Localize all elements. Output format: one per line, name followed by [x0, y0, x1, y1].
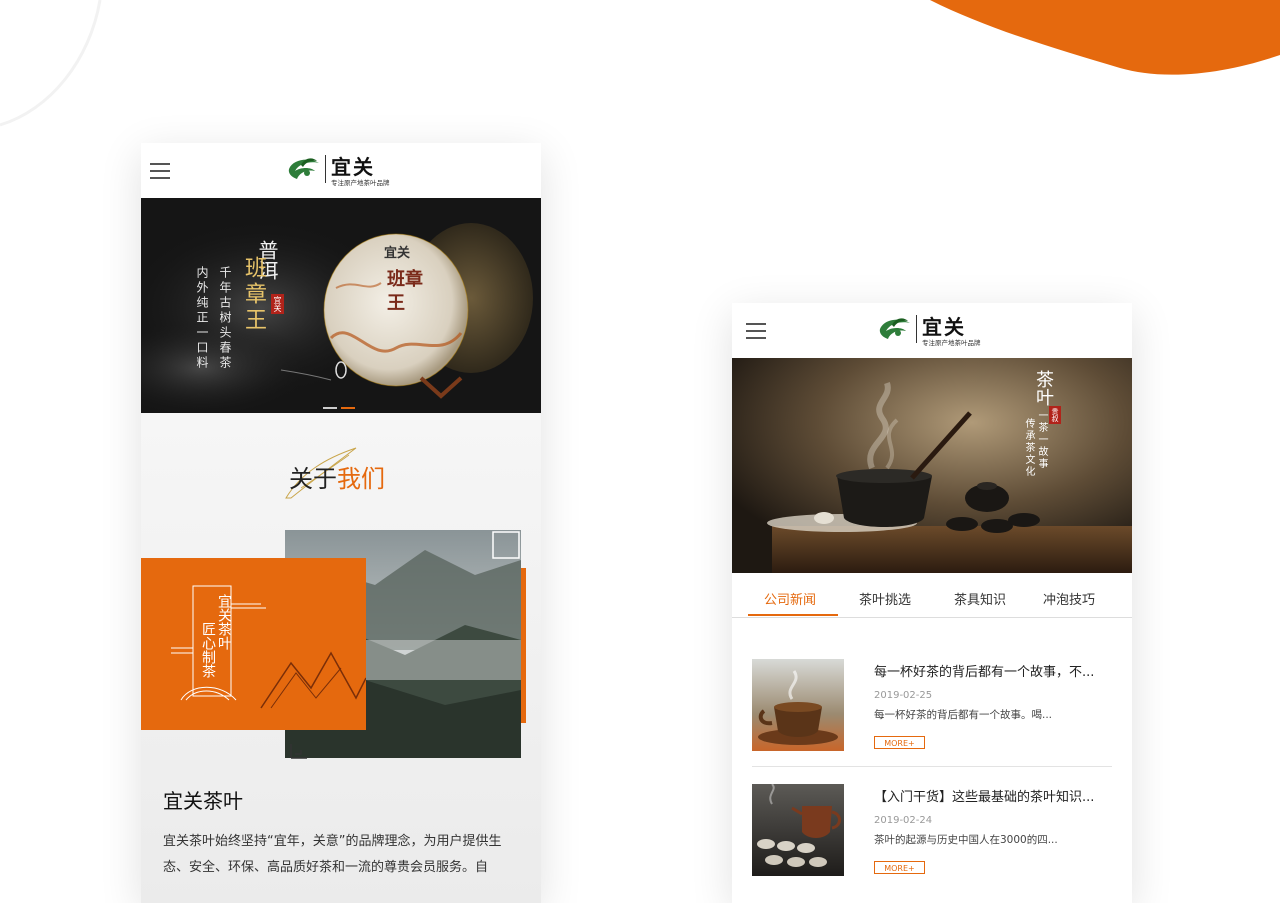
about-title-prefix: 关于: [289, 465, 337, 493]
logo-divider: [916, 315, 917, 343]
news-date: 2019-02-24: [874, 815, 933, 826]
more-button[interactable]: MORE+: [874, 861, 925, 874]
news-excerpt: 每一杯好茶的背后都有一个故事。喝...: [874, 709, 1053, 721]
tab-tea-selection[interactable]: 茶叶挑选: [859, 589, 911, 608]
banner-line-a: 一茶一故事: [1036, 410, 1047, 470]
logo-mark-icon: [879, 318, 910, 339]
more-button[interactable]: MORE+: [874, 736, 925, 749]
banner-background-art: [732, 358, 1132, 573]
cake-brand: 宜关: [384, 246, 411, 261]
header: 宜关 专注原产地茶叶品牌: [141, 143, 541, 198]
banner-seal: 贵叔: [1049, 406, 1061, 424]
orange-accent-strip: [521, 568, 526, 723]
company-description: 宜关茶叶始终坚持“宜年，关意”的品牌理念，为用户提供生态、安全、环保、高品质好茶…: [163, 834, 502, 875]
news-thumbnail[interactable]: [752, 659, 844, 751]
header: 宜关 专注原产地茶叶品牌: [732, 303, 1132, 358]
tab-company-news[interactable]: 公司新闻: [764, 589, 816, 608]
banner-line-b: 内外纯正一口料: [195, 266, 209, 371]
banner-title: 茶叶: [1033, 370, 1054, 406]
logo[interactable]: 宜关 专注原产地茶叶品牌: [878, 313, 998, 347]
about-section: 关于我们 宜关茶叶 匠心制茶 宜关茶叶 宜关茶叶始终坚持“宜年，关意”的品牌理念…: [141, 413, 541, 903]
hero-banner[interactable]: 茶叶 贵叔 一茶一故事 传承茶文化: [732, 358, 1132, 573]
orange-card-text-2: 匠心制茶: [200, 622, 216, 678]
carousel-dot-2[interactable]: [341, 407, 355, 409]
logo-tagline: 专注原产地茶叶品牌: [922, 339, 981, 347]
news-item[interactable]: 每一杯好茶的背后都有一个故事，不... 2019-02-25 每一杯好茶的背后都…: [752, 659, 1112, 769]
logo-name: 宜关: [331, 155, 375, 179]
news-title[interactable]: 【入门干货】这些最基础的茶叶知识...: [874, 786, 1114, 805]
news-thumbnail[interactable]: [752, 784, 844, 876]
company-name: 宜关茶叶: [163, 789, 243, 813]
logo-divider: [325, 155, 326, 183]
news-divider: [752, 766, 1112, 767]
banner-seal: 宜关: [271, 294, 284, 314]
cake-name: 班章王: [387, 269, 423, 314]
hero-banner[interactable]: 普洱 班章王 宜关 千年古树头春茶 内外纯正一口料 宜关 班章王: [141, 198, 541, 413]
news-item[interactable]: 【入门干货】这些最基础的茶叶知识... 2019-02-24 茶叶的起源与历史中…: [752, 784, 1112, 894]
banner-title-main: 班章王: [241, 256, 266, 334]
logo-name: 宜关: [922, 315, 966, 339]
banner-line-a: 千年古树头春茶: [218, 266, 232, 371]
carousel-dot-1[interactable]: [323, 407, 337, 409]
logo[interactable]: 宜关 专注原产地茶叶品牌: [287, 153, 407, 187]
news-date: 2019-02-25: [874, 690, 933, 701]
active-tab-indicator: [748, 614, 838, 616]
carousel-dots: [323, 394, 359, 413]
mobile-home-mockup: 宜关 专注原产地茶叶品牌 普洱 班章王 宜关 千年古树头春茶 内外纯正一口料 宜…: [141, 143, 541, 903]
news-title[interactable]: 每一杯好茶的背后都有一个故事，不...: [874, 661, 1114, 680]
tab-teaware-knowledge[interactable]: 茶具知识: [954, 589, 1006, 608]
menu-icon[interactable]: [150, 163, 170, 179]
banner-line-b: 传承茶文化: [1023, 418, 1034, 478]
about-orange-card: 宜关茶叶 匠心制茶: [141, 558, 366, 730]
tab-brewing-tips[interactable]: 冲泡技巧: [1043, 589, 1095, 608]
news-tabs: 公司新闻 茶叶挑选 茶具知识 冲泡技巧: [732, 573, 1132, 618]
logo-mark-icon: [288, 158, 319, 179]
news-excerpt: 茶叶的起源与历史中国人在3000的四...: [874, 834, 1058, 846]
corner-ornament-icon: [290, 744, 307, 759]
menu-icon[interactable]: [746, 323, 766, 339]
logo-tagline: 专注原产地茶叶品牌: [331, 179, 390, 187]
about-title-highlight: 我们: [337, 465, 385, 493]
mobile-news-mockup: 宜关 专注原产地茶叶品牌 茶叶 贵叔 一茶一故事 传承茶文化 公司新闻 茶叶挑选…: [732, 303, 1132, 903]
about-title: 关于我们: [289, 459, 385, 494]
